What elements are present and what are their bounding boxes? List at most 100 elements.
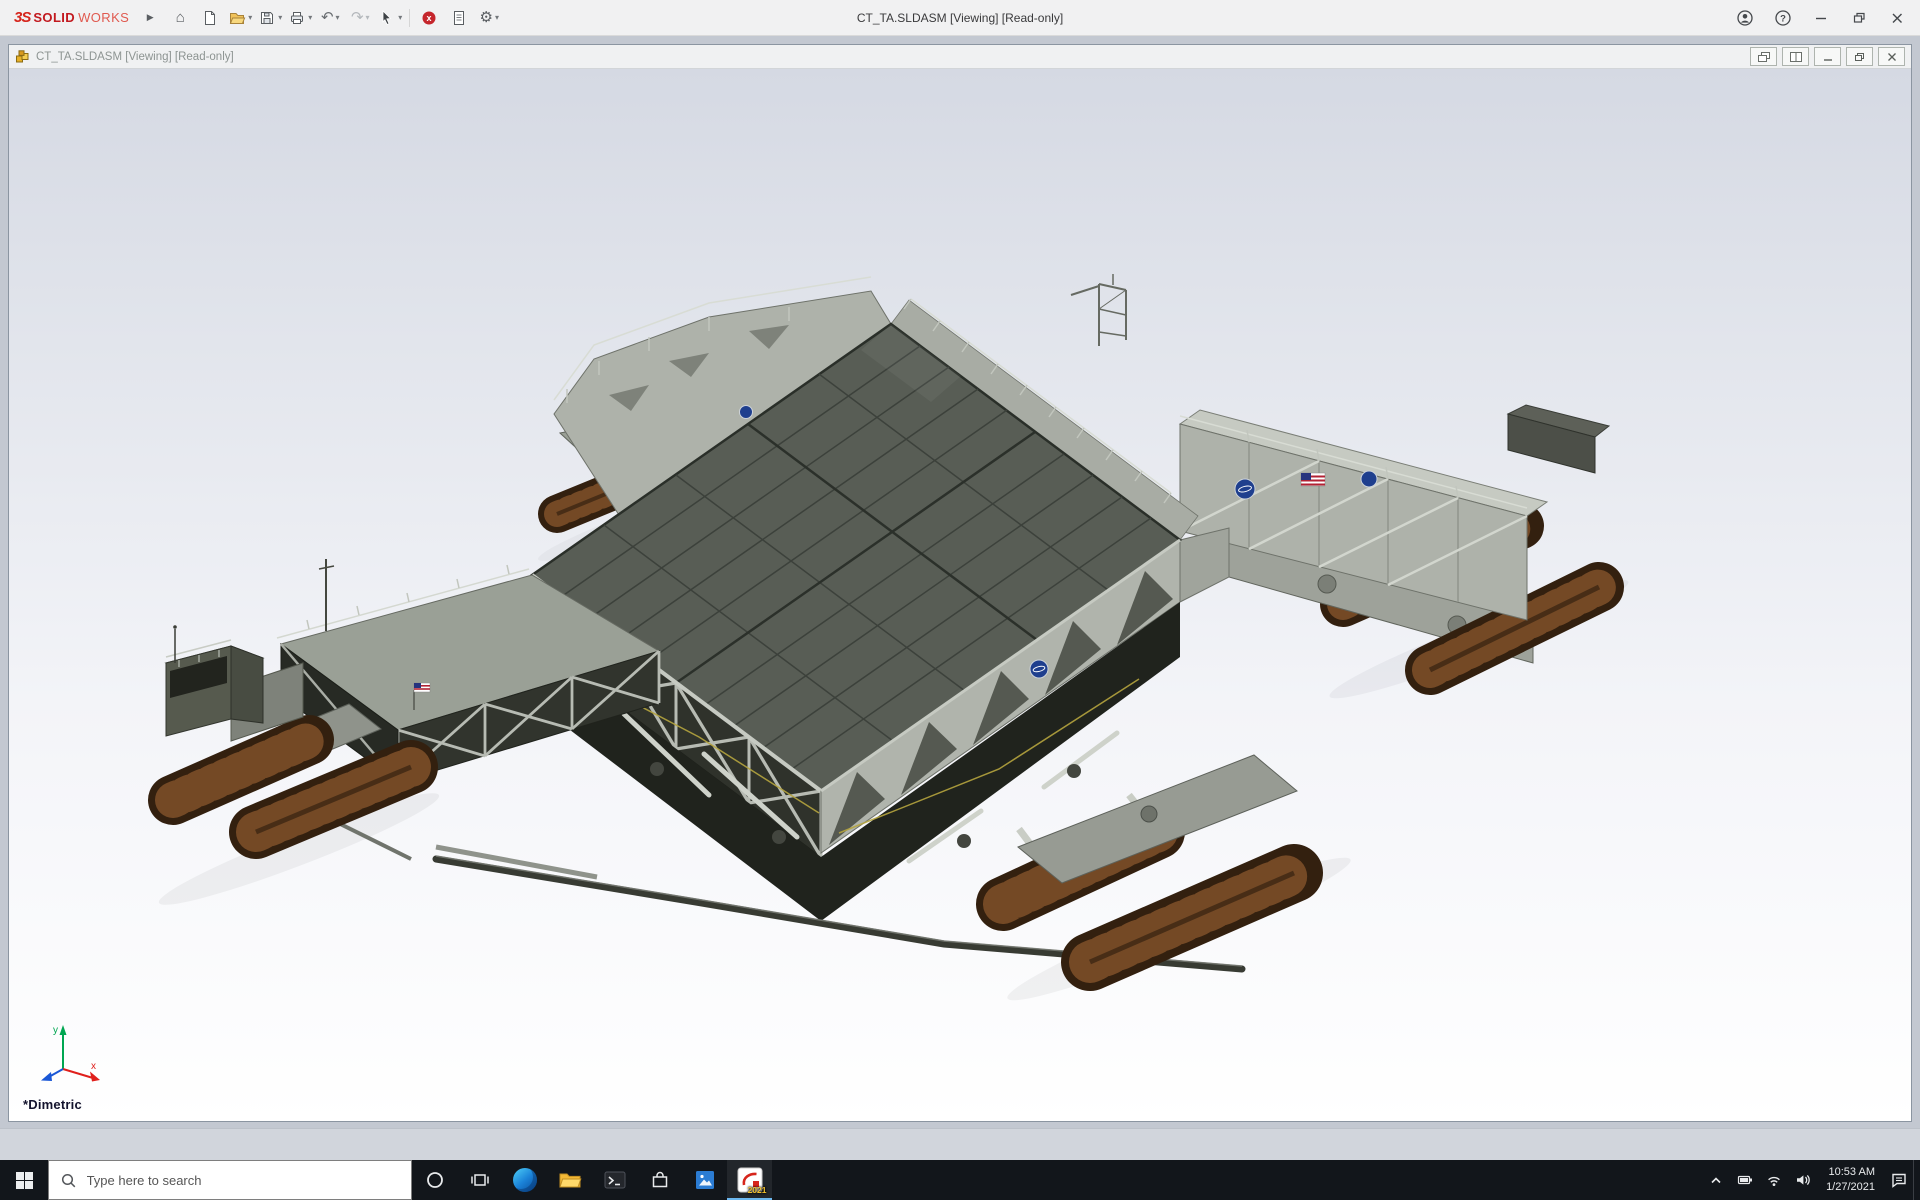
options-button[interactable]: ⚙▾ [474,4,504,32]
svg-text:y: y [53,1025,58,1036]
document-window: CT_TA.SLDASM [Viewing] [Read-only] [8,44,1912,1122]
cortana-button[interactable] [412,1160,457,1200]
graphics-viewport[interactable]: y x *Dimetric [9,69,1911,1121]
solidworks-logo: 3S SOLIDWORKS [4,9,135,26]
select-tool-button[interactable]: ▾ [375,4,405,32]
doc-tile-button[interactable] [1782,47,1809,66]
dropdown-caret: ▾ [366,13,370,22]
help-button[interactable]: ? [1764,1,1802,35]
document-titlebar[interactable]: CT_TA.SLDASM [Viewing] [Read-only] [9,45,1911,69]
clock-time: 10:53 AM [1829,1165,1875,1180]
save-icon [258,9,276,27]
redo-button[interactable]: ↷▾ [345,4,375,32]
photos-button[interactable] [682,1160,727,1200]
store-button[interactable] [637,1160,682,1200]
show-desktop-button[interactable] [1913,1160,1920,1200]
solidworks-version-badge: 2021 [748,1185,767,1195]
xpress-products-icon: x [420,9,438,27]
solidworks-taskbar-button[interactable]: 2021 [727,1160,772,1200]
cascade-icon [1758,52,1770,62]
help-icon: ? [1774,9,1792,27]
edge-button[interactable] [502,1160,547,1200]
account-button[interactable] [1726,1,1764,35]
undo-button[interactable]: ↶▾ [315,4,345,32]
top-mast [1071,274,1126,346]
model-3d-view[interactable] [9,69,1911,1121]
clock-date: 1/27/2021 [1826,1180,1875,1195]
right-end-equipment [1508,405,1609,473]
terminal-button[interactable] [592,1160,637,1200]
chevron-up-icon [1708,1172,1724,1188]
windows-taskbar: 2021 [0,1160,1920,1200]
network-button[interactable] [1759,1160,1788,1200]
save-button[interactable]: ▾ [255,4,285,32]
print-icon [288,9,306,27]
app-titlebar: 3S SOLIDWORKS ▶ ⌂ ▾ ▾ ▾ ↶▾ ↷▾ ▾ x ⚙▾ CT_… [0,0,1920,36]
close-icon [1886,52,1898,62]
doc-cascade-button[interactable] [1750,47,1777,66]
account-icon [1736,9,1754,27]
taskbar-clock[interactable]: 10:53 AM 1/27/2021 [1817,1160,1884,1200]
svg-text:?: ? [1780,13,1786,24]
search-input[interactable] [85,1172,400,1189]
file-properties-icon [450,9,468,27]
start-button[interactable] [0,1160,48,1200]
gear-icon: ⚙ [480,10,493,25]
xpress-products-button[interactable]: x [414,4,444,32]
svg-text:x: x [427,13,432,23]
new-document-button[interactable] [195,4,225,32]
hidden-icons-button[interactable] [1701,1160,1730,1200]
minimize-icon [1812,9,1830,27]
triad-y-axis: y [53,1025,67,1069]
dropdown-caret: ▾ [248,13,252,22]
home-icon: ⌂ [176,10,185,25]
triad-z-axis [41,1069,63,1081]
search-icon [60,1172,76,1189]
app-restore-button[interactable] [1840,1,1878,35]
menu-flyout-arrow[interactable]: ▶ [135,4,165,32]
file-explorer-icon [558,1169,582,1191]
taskbar-search[interactable] [48,1160,412,1200]
doc-restore-button[interactable] [1846,47,1873,66]
action-center-icon [1889,1170,1909,1190]
dropdown-caret: ▾ [495,13,499,22]
orientation-triad[interactable]: y x [29,1017,107,1087]
restore-icon [1850,9,1868,27]
volume-button[interactable] [1788,1160,1817,1200]
edge-icon [513,1168,537,1192]
triad-x-axis: x [63,1061,100,1082]
tile-icon [1790,52,1802,62]
file-explorer-button[interactable] [547,1160,592,1200]
speaker-icon [1795,1172,1811,1188]
restore-icon [1854,52,1866,62]
select-cursor-icon [378,9,396,27]
task-view-button[interactable] [457,1160,502,1200]
open-button[interactable]: ▾ [225,4,255,32]
svg-text:x: x [91,1061,96,1072]
3ds-mark: 3S [14,9,30,26]
app-close-button[interactable] [1878,1,1916,35]
print-button[interactable]: ▾ [285,4,315,32]
open-folder-icon [228,9,246,27]
new-document-icon [201,9,219,27]
doc-close-button[interactable] [1878,47,1905,66]
windows-logo-icon [16,1172,33,1189]
app-minimize-button[interactable] [1802,1,1840,35]
document-title: CT_TA.SLDASM [Viewing] [Read-only] [36,51,234,63]
status-bar [0,1128,1920,1161]
dropdown-caret: ▾ [278,13,282,22]
task-view-icon [470,1170,490,1190]
undo-icon: ↶ [321,10,334,25]
action-center-button[interactable] [1884,1160,1913,1200]
doc-minimize-button[interactable] [1814,47,1841,66]
redo-icon: ↷ [351,10,364,25]
file-properties-button[interactable] [444,4,474,32]
cortana-icon [425,1170,445,1190]
assembly-icon [15,50,30,64]
photos-icon [694,1169,716,1191]
view-orientation-label: *Dimetric [23,1097,82,1112]
home-button[interactable]: ⌂ [165,4,195,32]
toolbar-separator [409,9,410,27]
store-icon [649,1169,671,1191]
battery-button[interactable] [1730,1160,1759,1200]
